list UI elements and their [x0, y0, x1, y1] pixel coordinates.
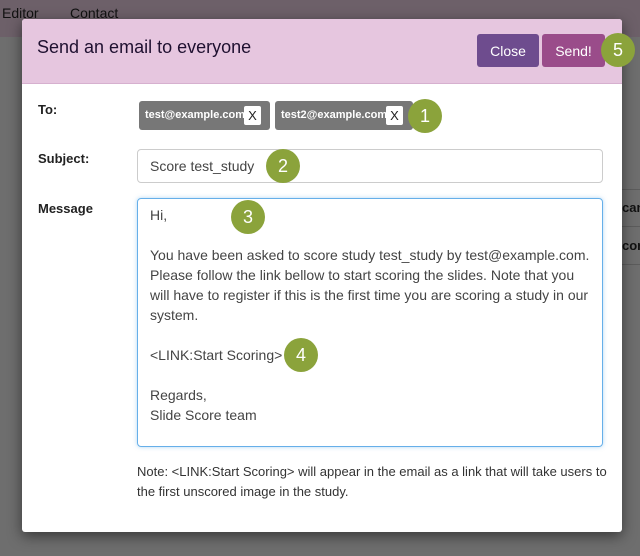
annotation-badge: 5 [601, 33, 635, 67]
recipient-chip: test2@example.com X [275, 101, 413, 130]
subject-label: Subject: [38, 151, 90, 166]
send-button[interactable]: Send! [542, 34, 605, 67]
bg-text: core [622, 238, 640, 253]
subject-input[interactable]: Score test_study [137, 149, 603, 183]
link-note: Note: <LINK:Start Scoring> will appear i… [137, 464, 607, 499]
bg-divider [622, 189, 640, 190]
annotation-badge: 1 [408, 99, 442, 133]
recipient-email: test2@example.com [281, 109, 388, 121]
modal-header: Send an email to everyone Close Send! [22, 19, 622, 84]
bg-text: can [622, 200, 640, 215]
message-textarea[interactable]: Hi, You have been asked to score study t… [137, 198, 603, 447]
modal-title: Send an email to everyone [37, 37, 252, 57]
recipient-email: test@example.com [145, 109, 245, 121]
bg-divider [622, 226, 640, 227]
close-button[interactable]: Close [477, 34, 539, 67]
email-modal: Send an email to everyone Close Send! To… [22, 19, 622, 532]
remove-recipient-button[interactable]: X [386, 106, 403, 125]
remove-recipient-button[interactable]: X [244, 106, 261, 125]
recipient-chip: test@example.com X [139, 101, 270, 130]
message-label: Message [38, 201, 93, 216]
annotation-badge: 4 [284, 338, 318, 372]
to-label: To: [38, 102, 58, 117]
annotation-badge: 2 [266, 149, 300, 183]
bg-divider [622, 264, 640, 265]
annotation-badge: 3 [231, 200, 265, 234]
